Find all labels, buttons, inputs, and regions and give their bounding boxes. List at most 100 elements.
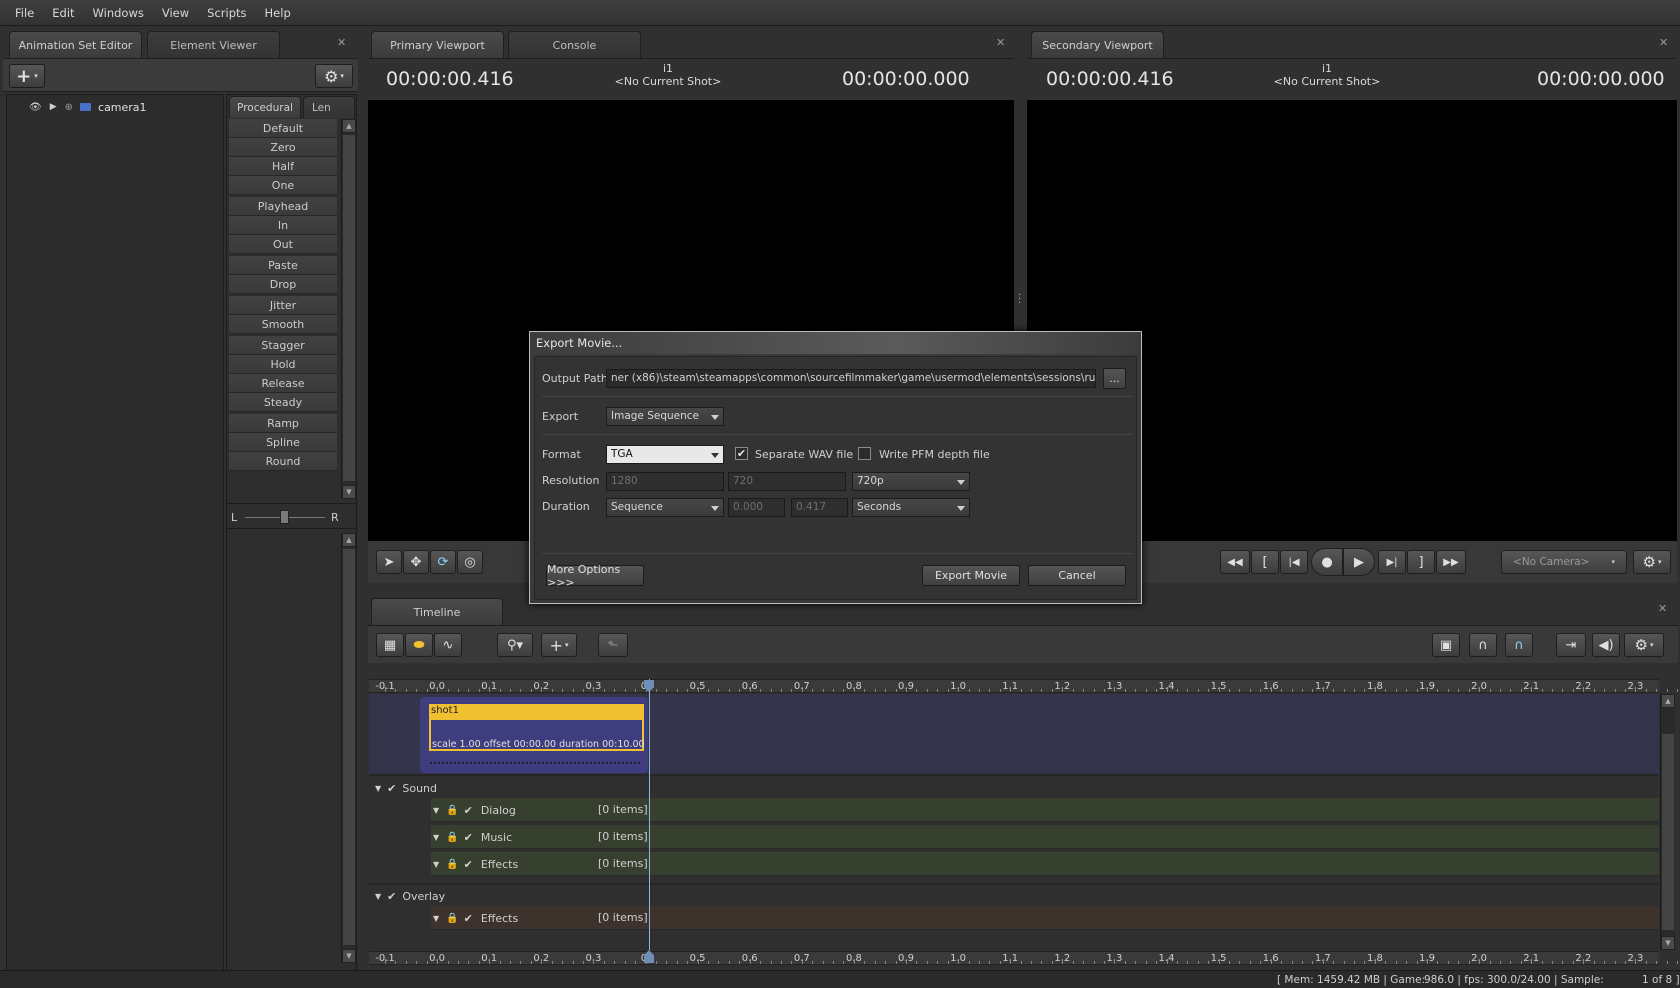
menu-help[interactable]: Help [256,6,300,20]
lock-view-icon[interactable]: ▣ [1432,633,1460,657]
scroll-thumb[interactable] [343,549,355,945]
procedural-scrollbar[interactable]: ▲ ▼ [341,119,356,499]
more-options-button[interactable]: More Options >>> [546,563,644,589]
export-type-select[interactable]: Image Sequence [606,407,724,426]
arrow-cursor-icon[interactable]: ▶ [50,102,57,112]
proc-hold[interactable]: Hold [229,355,337,374]
checkmark-icon[interactable]: ✔ [387,782,396,795]
select-tool-icon[interactable]: ➤ [376,550,402,574]
splitter-handle[interactable]: · · · [1018,291,1021,309]
tab-procedural[interactable]: Procedural [229,96,301,118]
separate-wav-checkbox[interactable]: ✔ [735,447,748,460]
menu-file[interactable]: File [6,6,43,20]
mark-in-icon[interactable]: [ [1251,550,1279,574]
proc-smooth[interactable]: Smooth [229,315,337,334]
add-track-button[interactable]: + ▾ [541,633,577,657]
format-select[interactable]: TGA [606,445,724,464]
menu-view[interactable]: View [153,6,198,20]
expand-arrow-icon[interactable]: ▼ [433,833,439,842]
proc-playhead[interactable]: Playhead [229,197,337,216]
settings-button[interactable]: ⚙ ▾ [1624,633,1664,657]
checkmark-icon[interactable]: ✔ [464,804,473,817]
add-button[interactable]: + ▾ [9,64,45,88]
checkmark-icon[interactable]: ✔ [464,858,473,871]
proc-one[interactable]: One [229,176,337,195]
expand-arrow-icon[interactable]: ▼ [433,860,439,869]
target-icon[interactable]: ⊕ [65,102,73,113]
snap-frame-icon[interactable]: ∩ [1505,633,1533,657]
mark-out-icon[interactable]: ] [1407,550,1435,574]
checkmark-icon[interactable]: ✔ [464,912,473,925]
expand-arrow-icon[interactable]: ▼ [375,784,381,793]
group-overlay[interactable]: ▼ ✔ Overlay [375,888,445,904]
tab-animation-set-editor[interactable]: Animation Set Editor [9,31,142,58]
tab-secondary-viewport[interactable]: Secondary Viewport [1031,31,1164,58]
timeline-ruler-top[interactable]: -0.10.00.10.20.30.0.50.60.70.80.91.01.11… [369,679,1679,693]
expand-arrow-icon[interactable]: ▼ [375,892,381,901]
snap-icon[interactable]: ∩ [1469,633,1497,657]
tab-timeline[interactable]: Timeline [371,598,503,625]
proc-default[interactable]: Default [229,119,337,138]
expand-arrow-icon[interactable]: ▼ [433,806,439,815]
proc-spline[interactable]: Spline [229,433,337,452]
close-icon[interactable]: ✕ [337,36,346,49]
tab-lens[interactable]: Len [303,96,355,118]
add-bookmark-button[interactable]: ⚲▾ [497,633,533,657]
menu-edit[interactable]: Edit [43,6,83,20]
proc-drop[interactable]: Drop [229,275,337,294]
scroll-down-icon[interactable]: ▼ [342,485,356,499]
close-icon[interactable]: ✕ [1659,36,1668,49]
scroll-thumb[interactable] [1662,734,1674,930]
proc-round[interactable]: Round [229,452,337,471]
tab-console[interactable]: Console [508,31,641,58]
duration-mode-select[interactable]: Sequence [606,498,724,517]
proc-jitter[interactable]: Jitter [229,296,337,315]
camera-select[interactable]: <No Camera> ▾ [1501,550,1627,574]
duration-units-select[interactable]: Seconds [852,498,970,517]
resolution-preset-select[interactable]: 720p [852,472,970,491]
lock-icon[interactable]: 🔒 [446,859,458,870]
pfm-depth-checkbox[interactable] [858,447,871,460]
settings-button[interactable]: ⚙ ▾ [315,64,353,88]
slider-thumb[interactable] [280,510,289,524]
close-icon[interactable]: ✕ [1658,602,1667,615]
step-forward-icon[interactable]: ▶| [1378,550,1406,574]
play-icon[interactable]: ▶ [1343,548,1375,576]
lock-icon[interactable]: 🔒 [446,913,458,924]
lower-scrollbar[interactable]: ▲ ▼ [341,533,356,963]
export-movie-button[interactable]: Export Movie [922,565,1020,586]
playhead-line[interactable] [649,679,650,950]
cancel-button[interactable]: Cancel [1028,565,1126,586]
step-back-icon[interactable]: |◀ [1280,550,1308,574]
proc-paste[interactable]: Paste [229,256,337,275]
scroll-up-icon[interactable]: ▲ [342,119,356,133]
menu-scripts[interactable]: Scripts [198,6,255,20]
checkmark-icon[interactable]: ✔ [387,890,396,903]
scroll-down-icon[interactable]: ▼ [342,949,356,963]
settings-button[interactable]: ⚙ ▾ [1633,550,1671,574]
fast-forward-icon[interactable]: ▶▶ [1436,550,1466,574]
up-level-icon[interactable]: ⬑ [598,633,628,657]
browse-button[interactable]: ... [1103,368,1126,389]
proc-steady[interactable]: Steady [229,393,337,412]
scale-tool-icon[interactable]: ◎ [457,550,483,574]
volume-icon[interactable]: ◀) [1592,633,1620,657]
lock-icon[interactable]: 🔒 [446,832,458,843]
timeline-ruler-bottom[interactable]: -0.10.00.10.20.30.0.50.60.70.80.91.01.11… [369,951,1679,965]
expand-arrow-icon[interactable]: ▼ [433,914,439,923]
clip-editor-icon[interactable]: ▦ [376,633,404,657]
scroll-down-icon[interactable]: ▼ [1661,936,1675,950]
proc-out[interactable]: Out [229,235,337,254]
scroll-up-icon[interactable]: ▲ [342,533,356,547]
scroll-up-icon[interactable]: ▲ [1661,694,1675,708]
shot-clip[interactable]: shot1 scale 1.00 offset 00:00.00 duratio… [420,697,648,773]
record-icon[interactable]: ● [1311,548,1343,576]
go-to-end-icon[interactable]: ⇥ [1556,633,1586,657]
group-sound[interactable]: ▼ ✔ Sound [375,780,437,796]
rotate-tool-icon[interactable]: ⟳ [430,550,456,574]
proc-ramp[interactable]: Ramp [229,414,337,433]
rewind-icon[interactable]: ◀◀ [1220,550,1250,574]
proc-in[interactable]: In [229,216,337,235]
proc-release[interactable]: Release [229,374,337,393]
lock-icon[interactable]: 🔒 [446,805,458,816]
